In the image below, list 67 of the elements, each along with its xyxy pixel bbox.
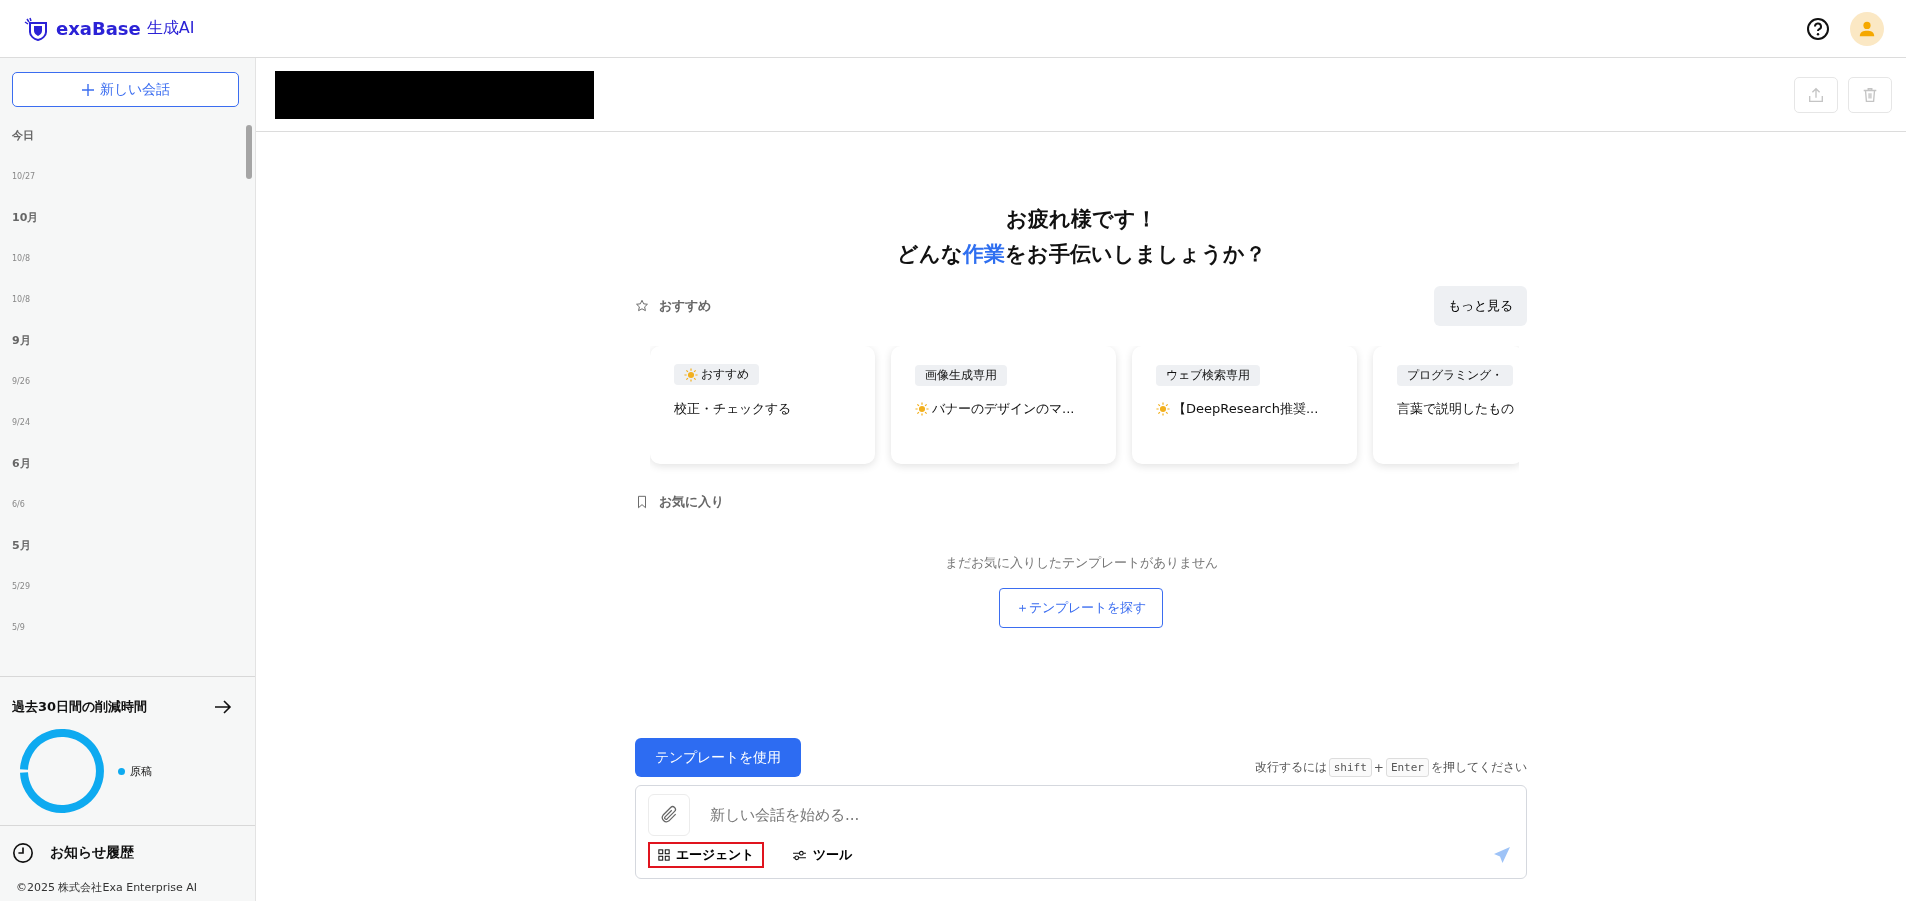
date-group-label: 9月 [12,333,32,349]
keyboard-key: Enter [1385,758,1429,777]
template-title: 言葉で説明したもの [1397,400,1514,418]
keyboard-key: shift [1328,758,1372,777]
send-icon[interactable] [1492,845,1512,865]
product-name: 生成AI [146,18,195,39]
message-field[interactable]: 新しい会話を始める... エージェント ツール [635,785,1527,879]
bookmark-icon [635,495,649,509]
template-title: 【DeepResearch推奨... [1173,400,1319,418]
share-button[interactable] [1794,76,1838,113]
history-item[interactable]: 6/6 [12,484,245,525]
empty-message: まだお気に入りしたテンプレートがありません [943,554,1219,572]
tool-button[interactable]: エージェント [648,842,764,868]
help-icon[interactable] [1806,16,1830,41]
template-card[interactable]: プログラミング・ 言葉で説明したもの [1373,346,1519,464]
hint-text: を押してください [1431,759,1527,776]
history-item[interactable]: 5/9 [12,607,245,648]
category-tag: 画像生成専用 [915,365,1007,386]
use-template-button[interactable]: テンプレートを使用 [635,738,801,777]
category-tag: プログラミング・ [1397,365,1513,386]
star-icon [635,299,649,313]
history-item[interactable]: 9/24 [12,402,245,443]
notifications-link[interactable]: お知らせ履歴 [50,844,134,862]
history-item[interactable]: 5/29 [12,566,245,607]
template-card[interactable]: ウェブ検索専用 【DeepResearch推奨... [1132,346,1357,464]
tool-button[interactable]: ツール [782,842,862,868]
section-title: お気に入り [659,493,724,511]
grid-icon [658,849,670,861]
paperclip-icon [659,805,679,825]
savings-title: 過去30日間の削減時間 [12,698,148,716]
greeting-question: どんな作業をお手伝いしましょうか？ [895,241,1267,268]
clock-icon[interactable] [12,842,34,864]
sliders-icon [792,849,807,861]
history-item[interactable]: 10/8 [12,279,245,320]
date-group-label: 6月 [12,456,32,472]
sun-icon [915,402,929,416]
greeting-heading: お疲れ様です！ [1004,206,1158,233]
date-group-label: 10月 [12,210,40,226]
sun-icon [1156,402,1170,416]
hint-text: 改行するには [1254,759,1327,776]
brand-name: exaBase [56,18,141,39]
date-group-label: 今日 [12,128,35,144]
history-item[interactable]: 10/8 [12,238,245,279]
legend-label: 原稿 [130,763,152,779]
history-item[interactable]: 10/27 [12,156,245,197]
category-tag: ウェブ検索専用 [1156,365,1260,386]
template-card[interactable]: おすすめ 校正・チェックする [650,346,875,464]
copyright-text: ©2025 株式会社Exa Enterprise AI [15,880,199,896]
user-avatar[interactable] [1850,11,1884,46]
date-group-label: 5月 [12,538,32,554]
template-card[interactable]: 画像生成専用 バナーのデザインのマ... [891,346,1116,464]
see-more-button[interactable]: もっと見る [1434,286,1527,326]
section-title: おすすめ [659,297,711,315]
hint-text: + [1373,760,1384,775]
category-tag: おすすめ [674,364,759,385]
find-template-button[interactable]: ＋テンプレートを探す [999,588,1163,628]
history-item[interactable]: 9/26 [12,361,245,402]
upload-icon [1807,85,1825,104]
template-title: 校正・チェックする [674,399,791,418]
sun-icon [684,367,698,382]
attach-button[interactable] [648,794,690,836]
template-title: バナーのデザインのマ... [932,400,1075,418]
trash-icon [1861,85,1879,104]
new-chat-button[interactable]: 新しい会話 [12,72,239,107]
delete-button[interactable] [1848,76,1892,113]
plus-icon [81,83,94,96]
shield-logo-icon [24,16,50,41]
